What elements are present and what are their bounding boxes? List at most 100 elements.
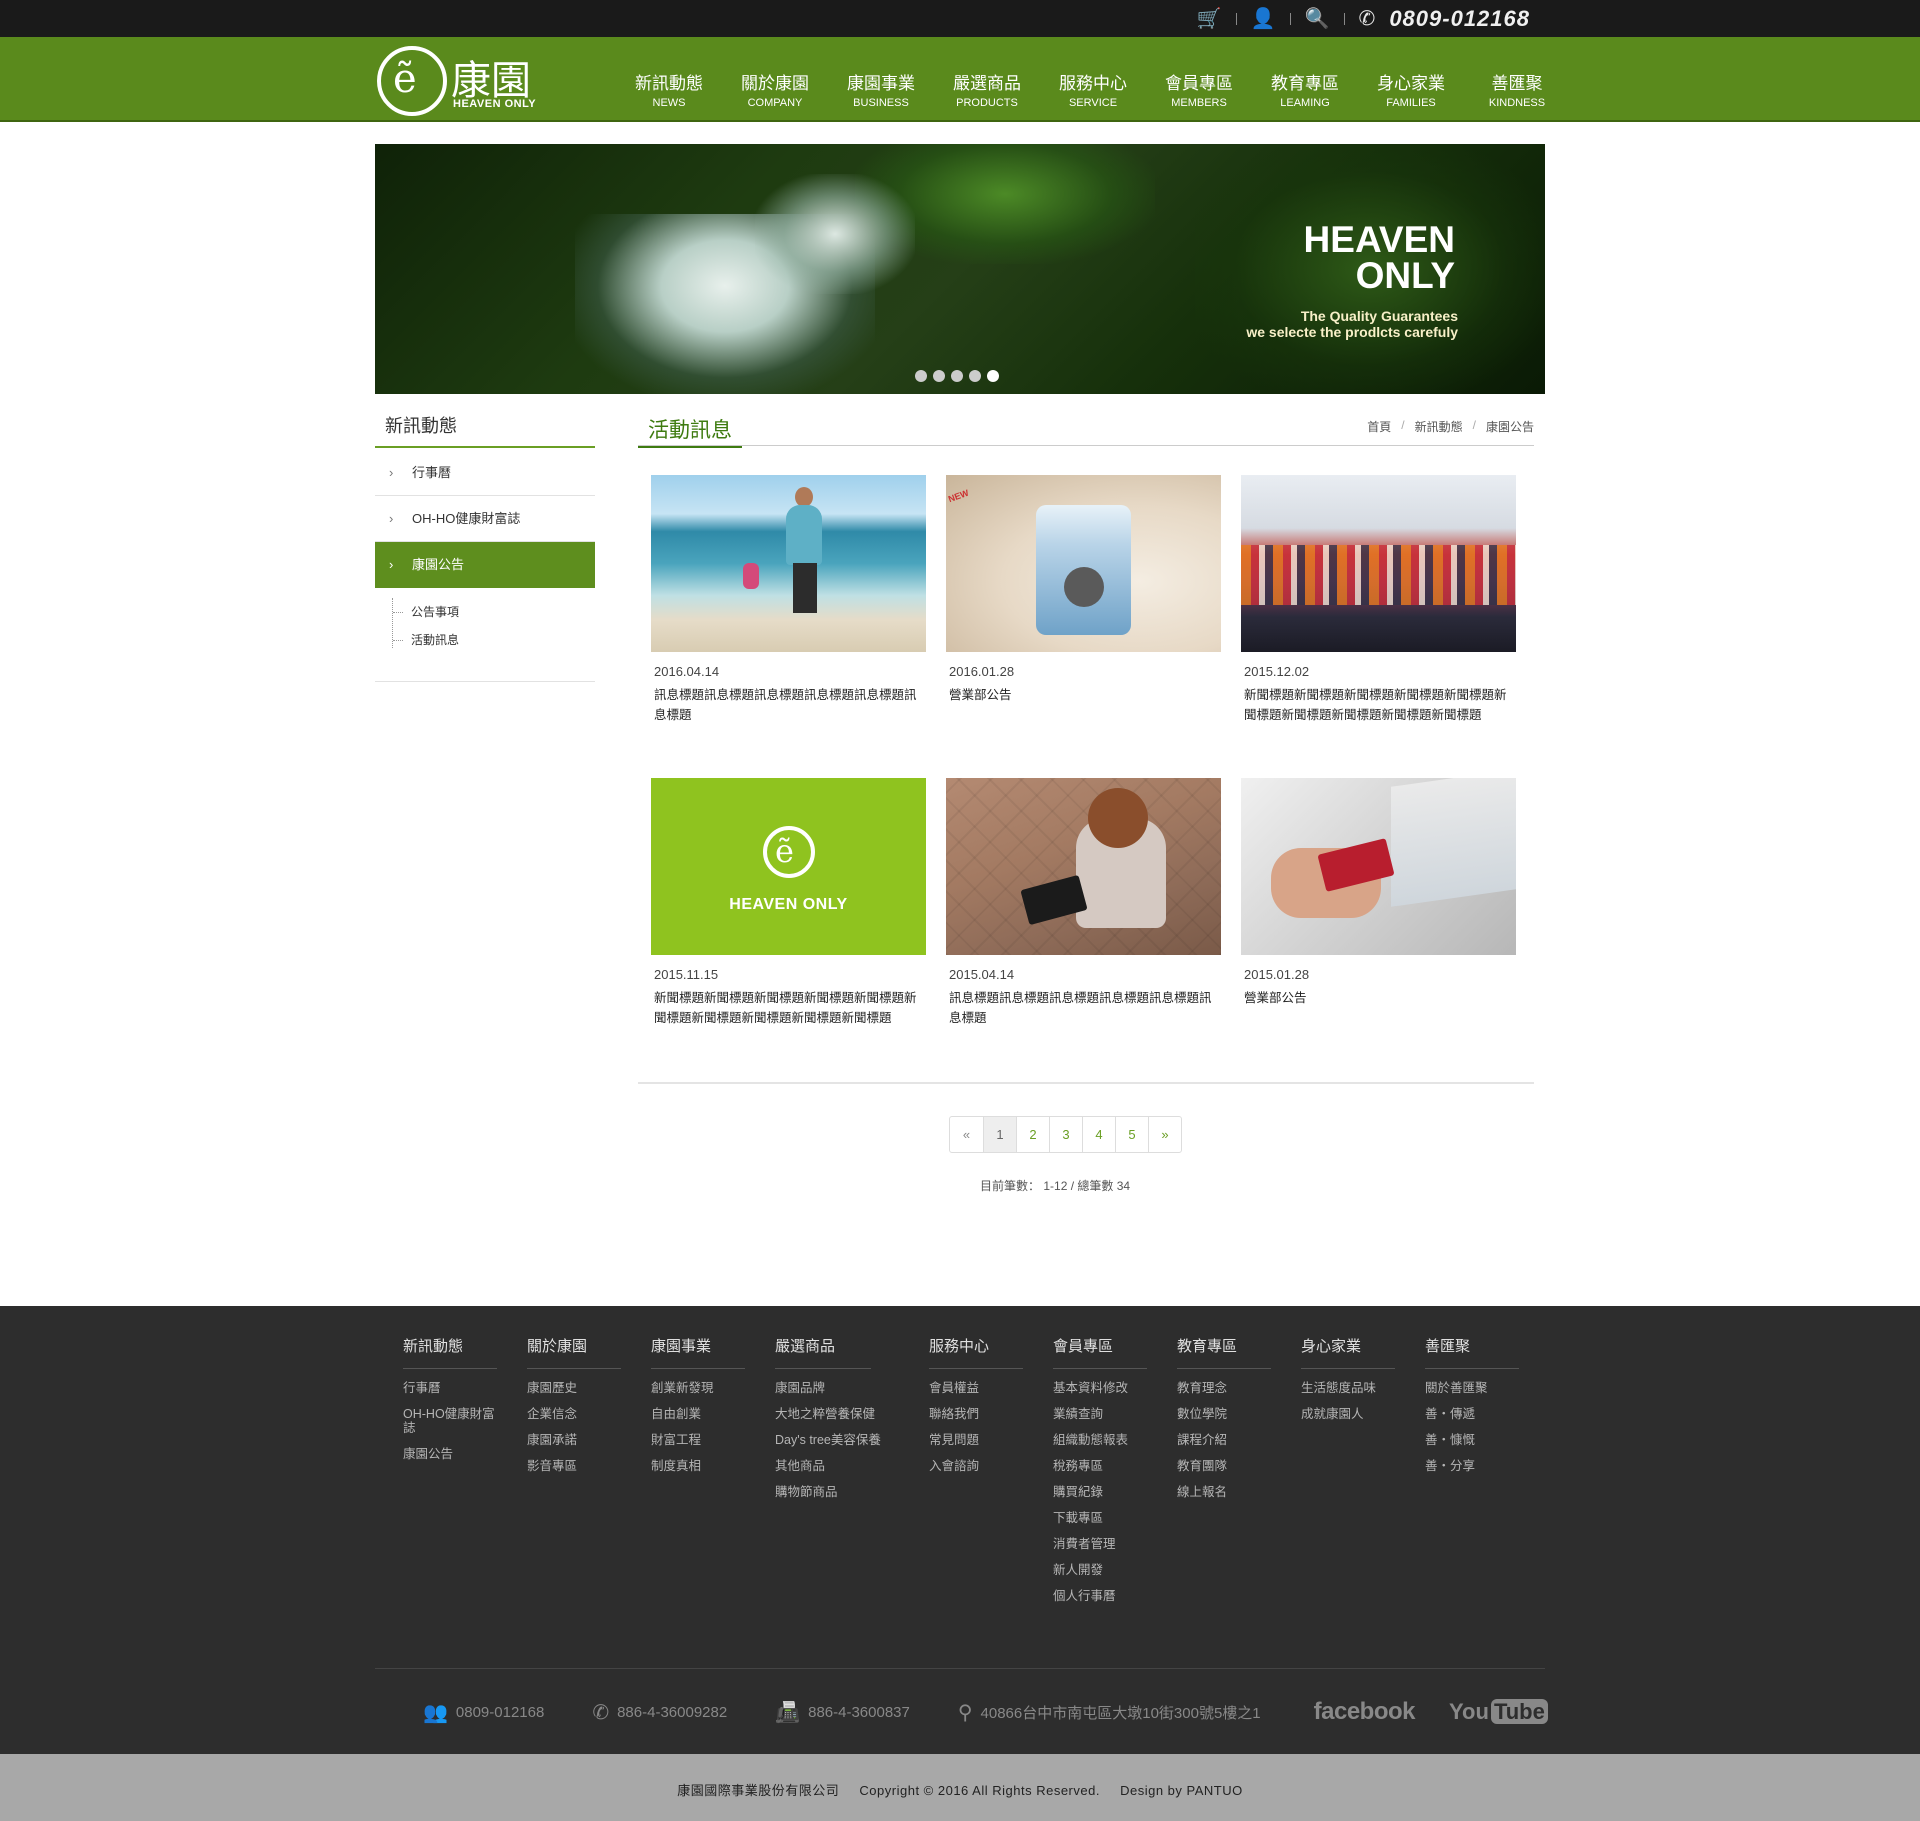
pagination-page-current[interactable]: 1 <box>983 1117 1016 1152</box>
footer-heading[interactable]: 新訊動態 <box>403 1335 497 1369</box>
footer-heading[interactable]: 會員專區 <box>1053 1335 1147 1369</box>
search-icon[interactable]: 🔍 <box>1305 6 1330 31</box>
news-title[interactable]: 訊息標題訊息標題訊息標題訊息標題訊息標題訊息標題 <box>946 988 1221 1028</box>
footer-link[interactable]: 自由創業 <box>651 1407 745 1421</box>
news-title[interactable]: 新聞標題新聞標題新聞標題新聞標題新聞標題新聞標題新聞標題新聞標題新聞標題新聞標題 <box>1241 685 1516 725</box>
youtube-icon[interactable]: You Tube <box>1449 1699 1548 1725</box>
pagination-page[interactable]: 3 <box>1049 1117 1082 1152</box>
footer-heading[interactable]: 教育專區 <box>1177 1335 1271 1369</box>
footer-link[interactable]: 課程介紹 <box>1177 1433 1271 1447</box>
news-thumbnail[interactable]: ẽ HEAVEN ONLY <box>651 778 926 955</box>
breadcrumb-home[interactable]: 首頁 <box>1367 418 1391 435</box>
news-thumbnail[interactable] <box>1241 475 1516 652</box>
news-card[interactable]: 2015.04.14 訊息標題訊息標題訊息標題訊息標題訊息標題訊息標題 <box>946 778 1221 1028</box>
pagination-page[interactable]: 4 <box>1082 1117 1115 1152</box>
news-title[interactable]: 營業部公告 <box>946 685 1221 705</box>
footer-link[interactable]: 企業信念 <box>527 1407 621 1421</box>
slide-dot[interactable] <box>933 370 945 382</box>
news-thumbnail[interactable] <box>1241 778 1516 955</box>
footer-link[interactable]: 組織動態報表 <box>1053 1433 1147 1447</box>
sidebar-item-calendar[interactable]: › 行事曆 <box>375 450 595 496</box>
footer-link[interactable]: OH-HO健康財富誌 <box>403 1407 497 1435</box>
facebook-icon[interactable]: facebook <box>1314 1698 1416 1726</box>
footer-link[interactable]: 康園承諾 <box>527 1433 621 1447</box>
footer-link[interactable]: 其他商品 <box>775 1459 895 1473</box>
news-card[interactable]: NEW 2016.01.28 營業部公告 <box>946 475 1221 705</box>
footer-link[interactable]: 新人開發 <box>1053 1563 1147 1577</box>
nav-item-learning[interactable]: 教育專區 LEAMING <box>1252 37 1358 122</box>
news-thumbnail[interactable] <box>651 475 926 652</box>
sidebar-item-magazine[interactable]: › OH-HO健康財富誌 <box>375 496 595 542</box>
footer-link[interactable]: 入會諮詢 <box>929 1459 1023 1473</box>
news-card[interactable]: ẽ HEAVEN ONLY 2015.11.15 新聞標題新聞標題新聞標題新聞標… <box>651 778 926 1028</box>
news-title[interactable]: 訊息標題訊息標題訊息標題訊息標題訊息標題訊息標題 <box>651 685 926 725</box>
sidebar-subitem-events[interactable]: 活動訊息 <box>393 626 595 654</box>
footer-link[interactable]: 康園歷史 <box>527 1381 621 1395</box>
cart-icon[interactable]: 🛒 <box>1197 6 1222 31</box>
sidebar-subitem-notices[interactable]: 公告事項 <box>393 598 595 626</box>
slide-dot-active[interactable] <box>987 370 999 382</box>
nav-item-company[interactable]: 關於康園 COMPANY <box>722 37 828 122</box>
footer-link[interactable]: 會員權益 <box>929 1381 1023 1395</box>
breadcrumb-news[interactable]: 新訊動態 <box>1415 418 1463 435</box>
user-icon[interactable]: 👤 <box>1251 6 1276 31</box>
logo[interactable]: ẽ 康園 HEAVEN ONLY <box>377 44 537 118</box>
news-thumbnail[interactable] <box>946 778 1221 955</box>
news-thumbnail[interactable]: NEW <box>946 475 1221 652</box>
footer-link[interactable]: 關於善匯聚 <box>1425 1381 1519 1395</box>
footer-link[interactable]: 財富工程 <box>651 1433 745 1447</box>
nav-item-products[interactable]: 嚴選商品 PRODUCTS <box>934 37 1040 122</box>
nav-item-news[interactable]: 新訊動態 NEWS <box>616 37 722 122</box>
footer-link[interactable]: 行事曆 <box>403 1381 497 1395</box>
footer-link[interactable]: 教育團隊 <box>1177 1459 1271 1473</box>
news-title[interactable]: 營業部公告 <box>1241 988 1516 1008</box>
news-card[interactable]: 2015.01.28 營業部公告 <box>1241 778 1516 1008</box>
footer-link[interactable]: 善・傳遞 <box>1425 1407 1519 1421</box>
pagination-next[interactable]: » <box>1148 1117 1181 1152</box>
footer-link[interactable]: 康園公告 <box>403 1447 497 1461</box>
news-card[interactable]: 2015.12.02 新聞標題新聞標題新聞標題新聞標題新聞標題新聞標題新聞標題新… <box>1241 475 1516 725</box>
footer-link[interactable]: 數位學院 <box>1177 1407 1271 1421</box>
pagination-page[interactable]: 5 <box>1115 1117 1148 1152</box>
slide-dot[interactable] <box>969 370 981 382</box>
footer-link[interactable]: 聯絡我們 <box>929 1407 1023 1421</box>
footer-link[interactable]: 下載專區 <box>1053 1511 1147 1525</box>
footer-link[interactable]: 線上報名 <box>1177 1485 1271 1499</box>
footer-link[interactable]: 大地之粹營養保健 <box>775 1407 895 1421</box>
footer-link[interactable]: 個人行事曆 <box>1053 1589 1147 1603</box>
sidebar-item-announcements[interactable]: › 康園公告 <box>375 542 595 588</box>
breadcrumb-current[interactable]: 康園公告 <box>1486 418 1534 435</box>
footer-link[interactable]: 消費者管理 <box>1053 1537 1147 1551</box>
nav-item-members[interactable]: 會員專區 MEMBERS <box>1146 37 1252 122</box>
footer-link[interactable]: 常見問題 <box>929 1433 1023 1447</box>
footer-heading[interactable]: 服務中心 <box>929 1335 1023 1369</box>
footer-link[interactable]: 善・分享 <box>1425 1459 1519 1473</box>
news-title[interactable]: 新聞標題新聞標題新聞標題新聞標題新聞標題新聞標題新聞標題新聞標題新聞標題新聞標題 <box>651 988 926 1028</box>
slide-dot[interactable] <box>915 370 927 382</box>
footer-link[interactable]: 善・慷慨 <box>1425 1433 1519 1447</box>
footer-heading[interactable]: 身心家業 <box>1301 1335 1395 1369</box>
footer-heading[interactable]: 關於康園 <box>527 1335 621 1369</box>
footer-link[interactable]: 購買紀錄 <box>1053 1485 1147 1499</box>
nav-item-families[interactable]: 身心家業 FAMILIES <box>1358 37 1464 122</box>
news-card[interactable]: 2016.04.14 訊息標題訊息標題訊息標題訊息標題訊息標題訊息標題 <box>651 475 926 725</box>
footer-link[interactable]: 影音專區 <box>527 1459 621 1473</box>
nav-item-service[interactable]: 服務中心 SERVICE <box>1040 37 1146 122</box>
slide-dot[interactable] <box>951 370 963 382</box>
footer-link[interactable]: 基本資料修改 <box>1053 1381 1147 1395</box>
footer-link[interactable]: 成就康園人 <box>1301 1407 1395 1421</box>
footer-heading[interactable]: 善匯聚 <box>1425 1335 1519 1369</box>
footer-heading[interactable]: 康園事業 <box>651 1335 745 1369</box>
design-credit[interactable]: Design by PANTUO <box>1120 1783 1243 1798</box>
nav-item-business[interactable]: 康園事業 BUSINESS <box>828 37 934 122</box>
footer-link[interactable]: 康園品牌 <box>775 1381 895 1395</box>
footer-link[interactable]: 稅務專區 <box>1053 1459 1147 1473</box>
footer-link[interactable]: 制度真相 <box>651 1459 745 1473</box>
footer-link[interactable]: 購物節商品 <box>775 1485 895 1499</box>
nav-item-kindness[interactable]: 善匯聚 KINDNESS <box>1464 37 1570 122</box>
footer-link[interactable]: Day's tree美容保養 <box>775 1433 895 1447</box>
hero-banner[interactable]: HEAVEN ONLY The Quality Guarantees we sele… <box>375 144 1545 394</box>
footer-link[interactable]: 創業新發現 <box>651 1381 745 1395</box>
footer-heading[interactable]: 嚴選商品 <box>775 1335 871 1369</box>
pagination-page[interactable]: 2 <box>1016 1117 1049 1152</box>
